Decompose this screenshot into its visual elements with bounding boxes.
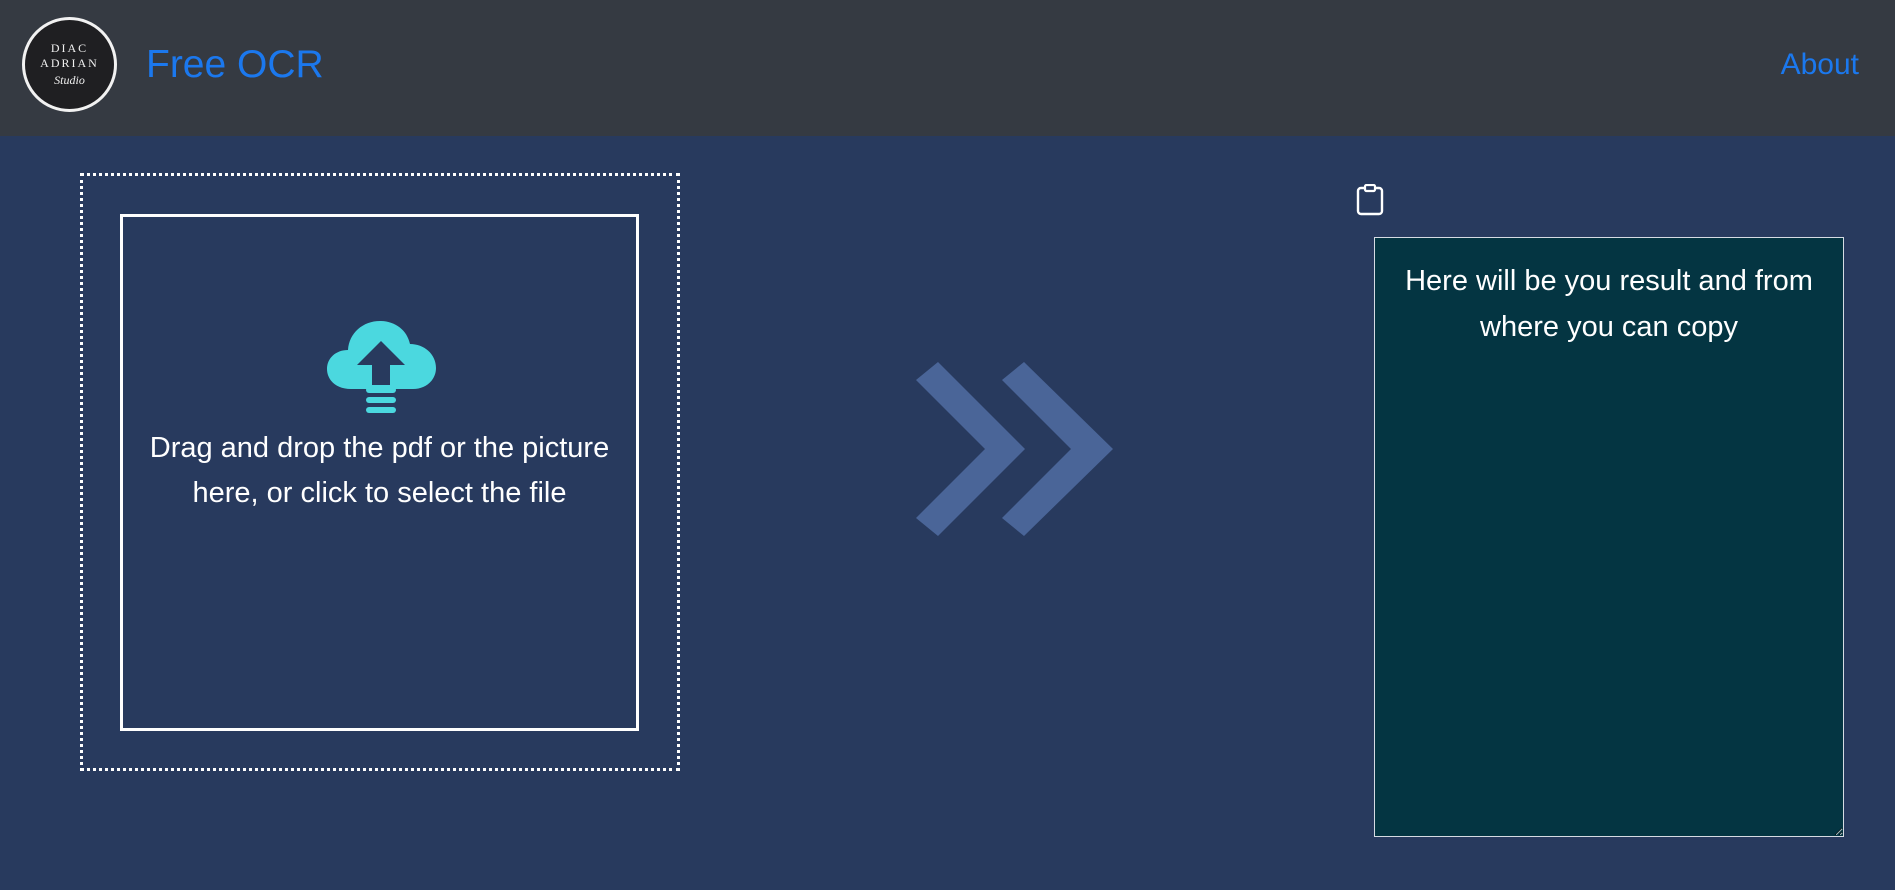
logo-text-line3: Studio: [54, 72, 85, 87]
logo-text-line1: DIAC: [50, 40, 89, 55]
about-link[interactable]: About: [1781, 45, 1859, 85]
ocr-result-textarea[interactable]: [1374, 237, 1844, 837]
dropzone-instructions: Drag and drop the pdf or the picture her…: [149, 432, 610, 509]
logo[interactable]: DIAC ADRIAN Studio: [22, 17, 117, 112]
brand-link[interactable]: Free OCR: [146, 40, 324, 90]
logo-text-line2: ADRIAN: [40, 55, 99, 70]
clipboard-icon[interactable]: [1356, 184, 1384, 216]
cloud-upload-icon: [327, 321, 436, 413]
double-chevron-right-icon: [916, 362, 1113, 536]
file-dropzone[interactable]: Drag and drop the pdf or the picture her…: [120, 214, 639, 731]
navbar: DIAC ADRIAN Studio Free OCR About: [0, 0, 1895, 136]
